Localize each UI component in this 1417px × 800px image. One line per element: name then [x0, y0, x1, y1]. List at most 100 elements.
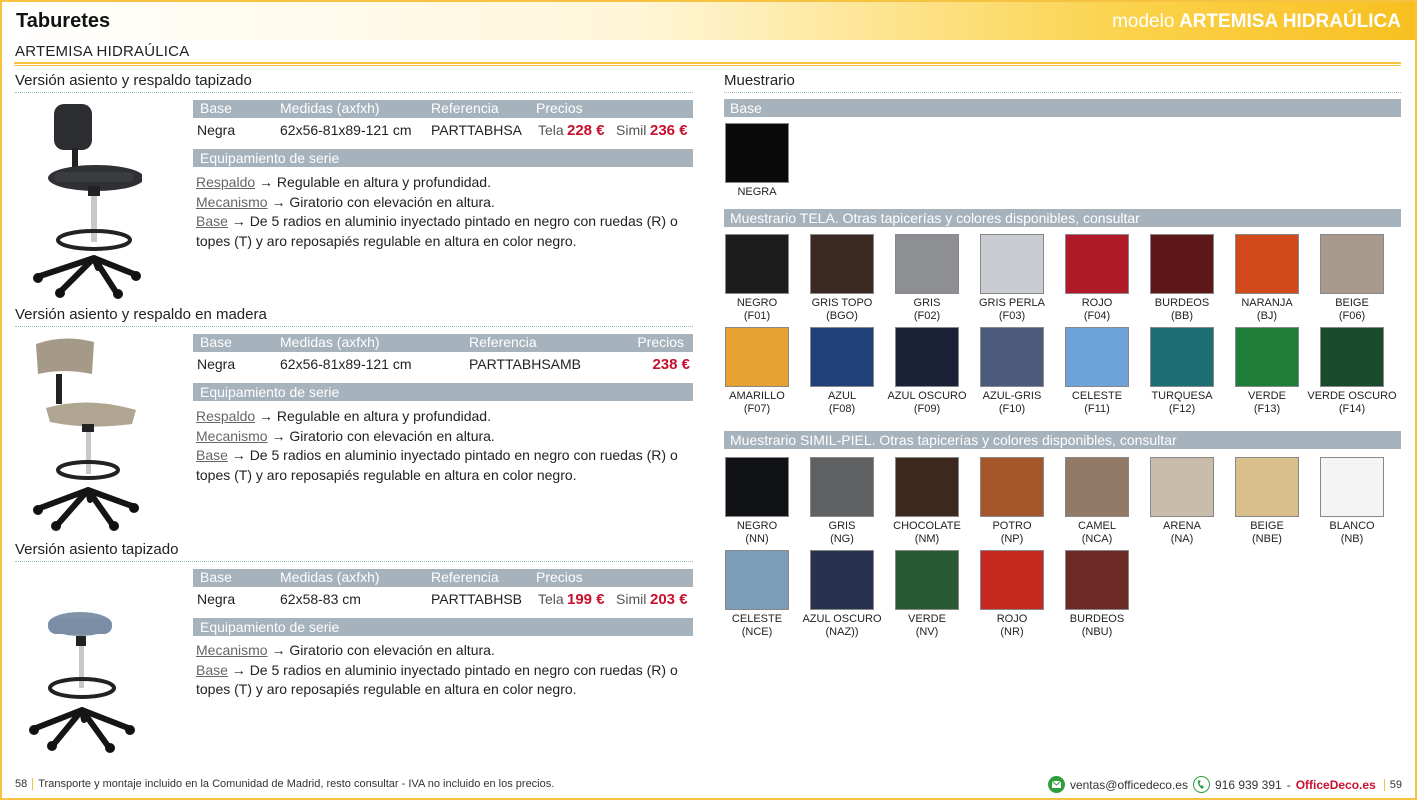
color-swatch[interactable]: [980, 327, 1044, 387]
page-number-left: 58: [15, 778, 34, 790]
color-swatch[interactable]: [895, 457, 959, 517]
swatch-label: NEGRO (NN): [712, 520, 802, 545]
swatch-name: BEIGE: [1250, 520, 1284, 532]
swatch-code: (F01): [743, 309, 771, 322]
color-swatch[interactable]: [1065, 550, 1129, 610]
swatch-label: AZUL-GRIS (F10): [967, 390, 1057, 415]
swatch-name: GRIS PERLA: [978, 297, 1046, 309]
col-referencia: Referencia: [431, 569, 499, 585]
swatch-code: (F14): [1338, 402, 1366, 415]
color-swatch[interactable]: [1065, 457, 1129, 517]
swatch-code: (NBU): [1081, 625, 1113, 638]
tela-label: Tela: [538, 591, 564, 607]
swatch-name: AZUL OSCURO: [802, 613, 882, 625]
product-table-header: Base Medidas (axfxh) Referencia Precios: [193, 334, 693, 352]
chair-upholstered-image: [33, 104, 142, 299]
color-swatch[interactable]: [980, 234, 1044, 294]
color-swatch[interactable]: [810, 550, 874, 610]
cell-base: Negra: [197, 591, 236, 607]
color-swatch[interactable]: [810, 457, 874, 517]
col-referencia: Referencia: [469, 334, 537, 350]
color-swatch[interactable]: [725, 327, 789, 387]
color-swatch[interactable]: [1150, 234, 1214, 294]
separator: -: [1286, 777, 1291, 792]
swatch-code: (NR): [1000, 625, 1024, 638]
color-swatch[interactable]: [895, 327, 959, 387]
swatch-label: NEGRO (F01): [712, 297, 802, 322]
swatch-label: VERDE (NV): [882, 613, 972, 638]
product-row: Negra 62x56-81x89-121 cm PARTTABHSAMB 23…: [193, 354, 693, 376]
color-swatch[interactable]: [725, 550, 789, 610]
swatch-code: (NCE): [741, 625, 773, 638]
page-number-right: 59: [1383, 778, 1402, 791]
chair-stool-image: [29, 612, 135, 753]
color-swatch[interactable]: [895, 234, 959, 294]
footer-contact: ventas@officedeco.es 916 939 391 - Offic…: [1047, 776, 1402, 793]
shipping-note: Transporte y montaje incluido en la Comu…: [38, 778, 555, 790]
swatch-name: VERDE: [908, 613, 946, 625]
col-medidas: Medidas (axfxh): [280, 569, 380, 585]
color-swatch[interactable]: [725, 123, 789, 183]
color-swatch[interactable]: [895, 550, 959, 610]
cell-medidas: 62x56-81x89-121 cm: [280, 122, 412, 138]
color-swatch[interactable]: [980, 457, 1044, 517]
phone-number[interactable]: 916 939 391: [1215, 778, 1282, 792]
swatch-name: ROJO: [1081, 297, 1113, 309]
model-name: ARTEMISA HIDRAÚLICA: [1178, 11, 1401, 32]
color-swatch[interactable]: [1150, 457, 1214, 517]
model-prefix: modelo: [1112, 11, 1175, 32]
color-swatch[interactable]: [1235, 327, 1299, 387]
phone-icon: [1192, 776, 1210, 793]
swatch-code: (F07): [743, 402, 771, 415]
color-swatch[interactable]: [1320, 457, 1384, 517]
swatch-code: (F13): [1253, 402, 1281, 415]
color-swatch[interactable]: [810, 327, 874, 387]
color-swatch[interactable]: [1320, 234, 1384, 294]
brand-link[interactable]: OfficeDeco.es: [1296, 778, 1376, 792]
swatch-name: TURQUESA: [1151, 390, 1213, 402]
color-swatch[interactable]: [1235, 457, 1299, 517]
equipment-description: Respaldo → Regulable en altura y profund…: [196, 407, 694, 485]
divider: [14, 62, 1401, 64]
color-swatch[interactable]: [1065, 327, 1129, 387]
swatch-name: CHOCOLATE: [893, 520, 961, 532]
mecanismo-key: Mecanismo: [196, 642, 268, 658]
swatch-label: TURQUESA (F12): [1137, 390, 1227, 415]
tela-price: 199 €: [567, 591, 605, 608]
color-swatch[interactable]: [980, 550, 1044, 610]
footer-note: 58 Transporte y montaje incluido en la Co…: [15, 778, 554, 790]
cell-referencia: PARTTABHSB: [431, 591, 523, 607]
base-value: → De 5 radios en aluminio inyectado pint…: [196, 447, 678, 483]
swatch-label: POTRO (NP): [967, 520, 1057, 545]
color-swatch[interactable]: [1150, 327, 1214, 387]
swatch-code: (NG): [830, 532, 854, 545]
respaldo-key: Respaldo: [196, 174, 256, 190]
swatch-code: (F10): [998, 402, 1026, 415]
swatch-name: ARENA: [1163, 520, 1201, 532]
cell-referencia: PARTTABHSAMB: [469, 356, 582, 372]
swatch-label: BEIGE (NBE): [1222, 520, 1312, 545]
color-swatch[interactable]: [1320, 327, 1384, 387]
color-swatch[interactable]: [725, 234, 789, 294]
simil-label: Simil: [616, 122, 647, 138]
color-swatch[interactable]: [1235, 234, 1299, 294]
email-link[interactable]: ventas@officedeco.es: [1070, 778, 1188, 792]
respaldo-value: → Regulable en altura y profundidad.: [255, 408, 491, 424]
swatch-code: (BB): [1171, 309, 1193, 322]
color-swatch[interactable]: [810, 234, 874, 294]
color-swatch[interactable]: [725, 457, 789, 517]
swatch-name: BURDEOS: [1154, 297, 1210, 309]
base-key: Base: [196, 447, 228, 464]
swatch-code: (NBE): [1252, 532, 1282, 545]
version-title: Versión asiento y respaldo tapizado: [15, 72, 252, 89]
swatch-code: (F04): [1083, 309, 1111, 322]
swatch-label: GRIS TOPO (BGO): [797, 297, 887, 322]
swatch-label: NARANJA (BJ): [1222, 297, 1312, 322]
swatch-label: GRIS (NG): [797, 520, 887, 545]
swatch-name: BURDEOS: [1069, 613, 1125, 625]
dotted-divider: [15, 561, 693, 562]
col-precios: Precios: [536, 569, 583, 585]
swatch-code: (NP): [1000, 532, 1024, 545]
swatch-name: CELESTE: [731, 613, 783, 625]
color-swatch[interactable]: [1065, 234, 1129, 294]
